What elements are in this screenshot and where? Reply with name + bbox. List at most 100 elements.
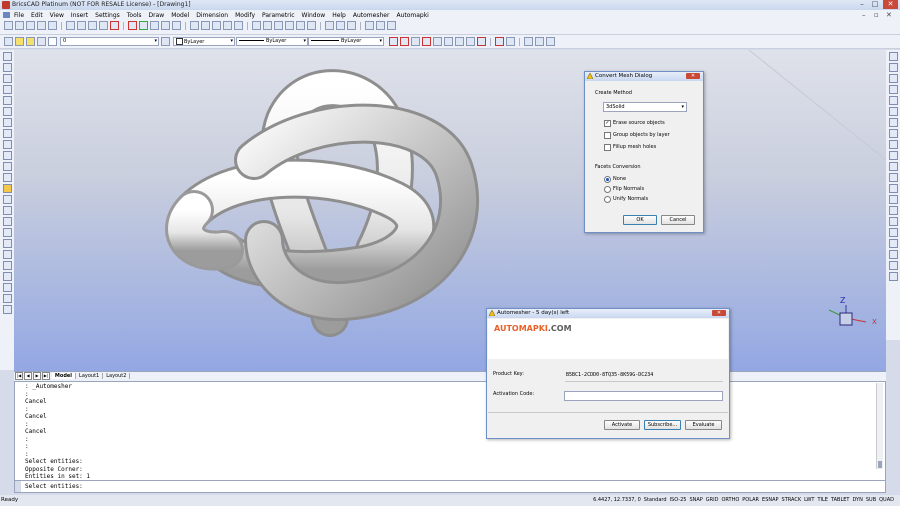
tab-last-icon[interactable]: ▶| xyxy=(42,372,50,380)
properties-icon[interactable] xyxy=(274,21,283,30)
snap-extension-icon[interactable] xyxy=(524,37,533,46)
cancel-button[interactable]: Cancel xyxy=(661,215,695,225)
save-icon[interactable] xyxy=(26,21,35,30)
folder-icon[interactable] xyxy=(325,21,334,30)
ok-button[interactable]: OK xyxy=(623,215,657,225)
camera-icon[interactable] xyxy=(161,21,170,30)
snap-node-icon[interactable] xyxy=(444,37,453,46)
document-icon[interactable] xyxy=(3,12,10,18)
polygon-icon[interactable] xyxy=(2,151,12,160)
tab-prev-icon[interactable]: ◀ xyxy=(24,372,32,380)
menu-item-draw[interactable]: Draw xyxy=(149,12,165,19)
match-props-icon[interactable] xyxy=(99,21,108,30)
create-method-select[interactable]: 3dSolid ▾ xyxy=(603,102,687,112)
table-icon[interactable] xyxy=(2,217,12,226)
menu-item-settings[interactable]: Settings xyxy=(95,12,120,19)
menu-item-insert[interactable]: Insert xyxy=(71,12,88,19)
status-toggle-tablet[interactable]: TABLET xyxy=(831,497,850,503)
sun-icon[interactable] xyxy=(26,37,35,46)
offset-icon[interactable] xyxy=(888,85,898,94)
menu-item-tools[interactable]: Tools xyxy=(127,12,142,19)
automesher-dialog-close-button[interactable]: ✕ xyxy=(712,310,726,316)
flip-normals-radio[interactable] xyxy=(604,186,611,193)
zoom-out-icon[interactable] xyxy=(223,21,232,30)
status-toggle-sub[interactable]: SUB xyxy=(866,497,876,503)
make-block-icon[interactable] xyxy=(2,261,12,270)
mtext-icon[interactable] xyxy=(2,239,12,248)
status-toggle-tile[interactable]: TILE xyxy=(817,497,827,503)
status-text-style[interactable]: Standard xyxy=(644,497,667,503)
paint-icon[interactable] xyxy=(888,261,898,270)
status-toggle-snap[interactable]: SNAP xyxy=(689,497,702,503)
status-toggle-esnap[interactable]: ESNAP xyxy=(762,497,779,503)
menu-item-dimension[interactable]: Dimension xyxy=(196,12,228,19)
circle-icon[interactable] xyxy=(2,96,12,105)
table-icon[interactable] xyxy=(347,21,356,30)
visual-style-icon[interactable] xyxy=(263,21,272,30)
doc-restore-button[interactable]: ▫ xyxy=(874,11,879,19)
status-toggle-ortho[interactable]: ORTHO xyxy=(721,497,739,503)
mirror-icon[interactable] xyxy=(888,74,898,83)
activate-button[interactable]: Activate xyxy=(604,420,640,430)
spline-icon[interactable] xyxy=(2,129,12,138)
donut-icon[interactable] xyxy=(2,107,12,116)
evaluate-button[interactable]: Evaluate xyxy=(685,420,722,430)
menu-item-modify[interactable]: Modify xyxy=(235,12,255,19)
menu-item-help[interactable]: Help xyxy=(332,12,346,19)
undo-icon[interactable] xyxy=(128,21,137,30)
attribute-icon[interactable] xyxy=(2,272,12,281)
status-toggle-strack[interactable]: STRACK xyxy=(782,497,802,503)
hatch-icon[interactable] xyxy=(2,184,12,193)
status-toggle-polar[interactable]: POLAR xyxy=(742,497,759,503)
snap-intersection-icon[interactable] xyxy=(411,37,420,46)
snap-endpoint-icon[interactable] xyxy=(389,37,398,46)
point-icon[interactable] xyxy=(2,140,12,149)
revcloud-icon[interactable] xyxy=(2,162,12,171)
lengthen-icon[interactable] xyxy=(888,140,898,149)
erase-icon[interactable] xyxy=(110,21,119,30)
minimize-button[interactable]: – xyxy=(856,0,868,9)
convert-dialog-close-button[interactable]: ✕ xyxy=(686,73,700,79)
extend-icon[interactable] xyxy=(888,162,898,171)
menu-item-automesher[interactable]: Automesher xyxy=(353,12,390,19)
line-icon[interactable] xyxy=(2,52,12,61)
command-history[interactable]: : _Automesher: Cancel: Cancel: Cancel::: Sel… xyxy=(14,381,886,483)
bulb-icon[interactable] xyxy=(15,37,24,46)
move-icon[interactable] xyxy=(888,52,898,61)
menu-item-view[interactable]: View xyxy=(50,12,64,19)
rectangle-icon[interactable] xyxy=(2,74,12,83)
print-preview-icon[interactable] xyxy=(48,21,57,30)
redo-icon[interactable] xyxy=(139,21,148,30)
group-by-layer-checkbox[interactable] xyxy=(604,132,611,139)
grid-icon[interactable] xyxy=(336,21,345,30)
tool-palette-icon[interactable] xyxy=(387,21,396,30)
app-icon[interactable] xyxy=(2,1,10,9)
layers-icon[interactable] xyxy=(285,21,294,30)
section-icon[interactable] xyxy=(365,21,374,30)
group-icon[interactable] xyxy=(2,294,12,303)
zoom-extents-icon[interactable] xyxy=(234,21,243,30)
linetype-combo[interactable]: ByLayer ▾ xyxy=(236,37,308,46)
status-toggle-dyn[interactable]: DYN xyxy=(852,497,862,503)
break-icon[interactable] xyxy=(888,173,898,182)
trim-icon[interactable] xyxy=(888,151,898,160)
print-icon[interactable] xyxy=(37,21,46,30)
erase-source-checkbox[interactable]: ✓ xyxy=(604,120,611,127)
xref-icon[interactable] xyxy=(2,305,12,314)
command-scrollbar[interactable] xyxy=(876,383,883,469)
snap-apparent-icon[interactable] xyxy=(546,37,555,46)
tab-layout1[interactable]: Layout1 xyxy=(76,373,104,379)
status-toggle-grid[interactable]: GRID xyxy=(706,497,719,503)
explorer-icon[interactable] xyxy=(296,21,305,30)
layer-combo[interactable]: 0 ▾ xyxy=(60,37,159,46)
edit-polyline-icon[interactable] xyxy=(888,228,898,237)
menu-item-file[interactable]: File xyxy=(14,12,24,19)
subscribe-button[interactable]: Subscribe... xyxy=(644,420,681,430)
open-icon[interactable] xyxy=(15,21,24,30)
fillet-icon[interactable] xyxy=(888,206,898,215)
layer-manager-icon[interactable] xyxy=(4,37,13,46)
menu-item-parametric[interactable]: Parametric xyxy=(262,12,295,19)
doc-close-button[interactable]: ✕ xyxy=(886,11,892,19)
lineweight-combo[interactable]: ByLayer ▾ xyxy=(308,37,384,46)
status-toggle-quad[interactable]: QUAD xyxy=(879,497,894,503)
